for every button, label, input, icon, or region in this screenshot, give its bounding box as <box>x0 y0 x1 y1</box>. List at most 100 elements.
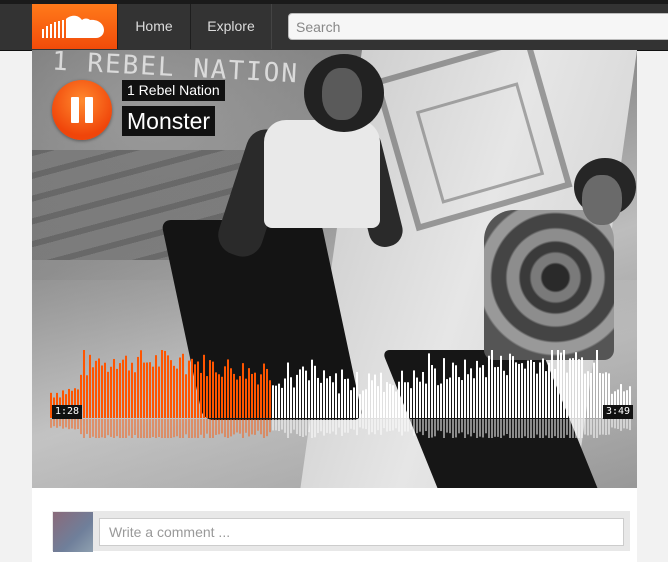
waveform-bar <box>368 373 370 418</box>
waveform-bar <box>380 372 382 418</box>
track-title[interactable]: Monster <box>122 106 216 136</box>
waveform-reflection <box>263 419 265 438</box>
waveform-reflection <box>434 419 436 437</box>
waveform-reflection <box>506 419 508 435</box>
waveform-reflection <box>176 419 178 437</box>
total-duration: 3:49 <box>603 405 634 419</box>
waveform-bar <box>233 373 235 418</box>
waveform-bar <box>527 360 529 418</box>
waveform-bar <box>146 362 148 418</box>
waveform[interactable] <box>50 346 632 438</box>
waveform-bar <box>92 367 94 418</box>
waveform-bar <box>452 362 454 418</box>
waveform-bar <box>560 352 562 418</box>
waveform-bar <box>419 381 421 418</box>
waveform-bar <box>518 363 520 418</box>
nav-explore[interactable]: Explore <box>190 4 272 49</box>
waveform-bar <box>434 368 436 418</box>
waveform-reflection <box>566 419 568 435</box>
waveform-reflection <box>221 419 223 434</box>
waveform-reflection <box>245 419 247 433</box>
soundcloud-logo[interactable] <box>32 4 117 49</box>
waveform-bar <box>104 362 106 418</box>
waveform-reflection <box>569 419 571 438</box>
waveform-reflection <box>287 419 289 438</box>
waveform-reflection <box>521 419 523 438</box>
waveform-reflection <box>134 419 136 436</box>
waveform-bar <box>587 371 589 418</box>
waveform-bar <box>386 382 388 418</box>
waveform-bar <box>158 366 160 418</box>
waveform-bar <box>455 365 457 418</box>
waveform-bar <box>239 376 241 418</box>
waveform-bar <box>284 378 286 418</box>
waveform-bar <box>299 369 301 418</box>
waveform-reflection <box>95 419 97 438</box>
waveform-reflection <box>233 419 235 435</box>
waveform-bar <box>578 359 580 418</box>
waveform-bar <box>392 385 394 418</box>
waveform-bar <box>122 359 124 418</box>
waveform-reflection <box>329 419 331 434</box>
waveform-bar <box>170 360 172 418</box>
waveform-bar <box>389 383 391 418</box>
nav-home[interactable]: Home <box>117 4 191 49</box>
waveform-reflection <box>611 419 613 428</box>
waveform-bar <box>185 374 187 418</box>
waveform-reflection <box>275 419 277 431</box>
waveform-reflection <box>413 419 415 436</box>
waveform-reflection <box>170 419 172 438</box>
waveform-reflection <box>254 419 256 435</box>
waveform-reflection <box>281 419 283 430</box>
waveform-bar <box>248 368 250 418</box>
waveform-reflection <box>200 419 202 435</box>
waveform-reflection <box>350 419 352 429</box>
waveform-reflection <box>86 419 88 434</box>
waveform-bar <box>461 380 463 418</box>
avatar[interactable] <box>53 512 93 552</box>
waveform-reflection <box>125 419 127 438</box>
waveform-reflection <box>242 419 244 438</box>
comment-input[interactable] <box>99 518 624 546</box>
artist-name[interactable]: 1 Rebel Nation <box>122 80 225 101</box>
waveform-reflection <box>80 419 82 435</box>
waveform-reflection <box>257 419 259 431</box>
waveform-reflection <box>53 419 55 427</box>
waveform-reflection <box>590 419 592 435</box>
waveform-reflection <box>572 419 574 438</box>
waveform-reflection <box>278 419 280 432</box>
waveform-reflection <box>299 419 301 437</box>
waveform-bar <box>290 377 292 418</box>
waveform-bar <box>356 371 358 418</box>
waveform-bar <box>95 360 97 418</box>
waveform-reflection <box>320 419 322 432</box>
waveform-bar <box>308 380 310 418</box>
waveform-bar <box>428 353 430 418</box>
waveform-reflection <box>227 419 229 438</box>
waveform-reflection <box>419 419 421 432</box>
waveform-reflection <box>626 419 628 429</box>
waveform-bar <box>536 373 538 418</box>
waveform-reflection <box>230 419 232 437</box>
pause-button[interactable] <box>52 80 112 140</box>
waveform-bar <box>266 368 268 418</box>
waveform-reflection <box>89 419 91 438</box>
waveform-bar <box>470 368 472 418</box>
waveform-reflection <box>518 419 520 438</box>
waveform-bar <box>437 385 439 418</box>
waveform-reflection <box>260 419 262 435</box>
waveform-bar <box>221 376 223 418</box>
waveform-reflection <box>77 419 79 429</box>
waveform-bar <box>149 362 151 418</box>
waveform-bar <box>440 383 442 418</box>
waveform-reflection <box>101 419 103 438</box>
waveform-bar <box>254 372 256 418</box>
waveform-bar <box>251 373 253 418</box>
waveform-reflection <box>488 419 490 438</box>
waveform-reflection <box>182 419 184 438</box>
waveform-bar <box>539 362 541 418</box>
waveform-bar <box>131 362 133 418</box>
search-input[interactable] <box>288 13 668 40</box>
waveform-reflection <box>332 419 334 432</box>
waveform-bar <box>200 372 202 418</box>
